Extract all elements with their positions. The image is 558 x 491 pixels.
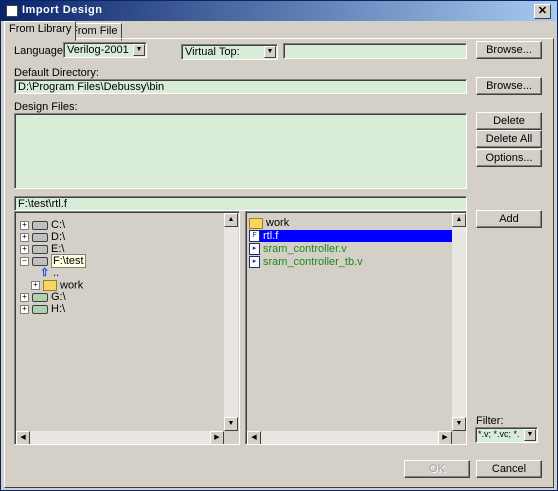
list-item[interactable]: ▸ sram_controller.v	[249, 243, 454, 256]
app-icon	[6, 5, 18, 17]
options-button[interactable]: Options...	[476, 149, 542, 167]
network-drive-icon	[32, 304, 48, 314]
window-title: Import Design	[22, 4, 103, 16]
scroll-down-icon[interactable]: ▼	[452, 417, 466, 431]
network-drive-icon	[32, 292, 48, 302]
design-files-list[interactable]	[14, 113, 467, 189]
tree-item-work[interactable]: + work	[31, 280, 83, 291]
tree-item-parent[interactable]: ⇧..	[40, 268, 59, 279]
chevron-down-icon[interactable]: ▼	[524, 429, 536, 441]
tree-item-d[interactable]: + D:\	[20, 232, 65, 243]
chevron-down-icon[interactable]: ▼	[264, 46, 276, 58]
browse-button[interactable]: Browse...	[476, 41, 542, 59]
scroll-left-icon[interactable]: ◀	[16, 431, 30, 444]
file-horizontal-scrollbar[interactable]: ◀ ▶	[247, 431, 452, 444]
chevron-down-icon[interactable]: ▼	[133, 44, 145, 56]
expand-icon[interactable]: +	[31, 281, 40, 290]
tab-from-library[interactable]: From Library	[4, 21, 77, 41]
verilog-file-icon: ▸	[249, 256, 260, 269]
filter-label: Filter:	[476, 415, 504, 427]
file-f-icon: F	[249, 230, 260, 243]
close-icon[interactable]: ✕	[534, 4, 551, 19]
list-item[interactable]: work	[249, 217, 454, 229]
scroll-corner	[224, 431, 238, 444]
drive-icon	[32, 256, 48, 266]
language-label: Language:	[14, 45, 66, 57]
scroll-corner	[452, 431, 466, 444]
tree-item-c[interactable]: + C:\	[20, 220, 65, 231]
design-files-label: Design Files:	[14, 101, 78, 113]
cancel-button[interactable]: Cancel	[476, 460, 542, 478]
tree-item-h[interactable]: + H:\	[20, 304, 65, 315]
scroll-up-icon[interactable]: ▲	[224, 213, 238, 227]
scroll-right-icon[interactable]: ▶	[210, 431, 224, 444]
folder-icon	[43, 280, 57, 291]
tree-horizontal-scrollbar[interactable]: ◀ ▶	[16, 431, 224, 444]
collapse-icon[interactable]: −	[20, 256, 29, 266]
list-item[interactable]: ▸ sram_controller_tb.v	[249, 256, 454, 269]
file-list[interactable]: work Frtl.f ▸ sram_controller.v ▸ sram_con…	[245, 211, 467, 445]
virtual-top-select[interactable]: Virtual Top: ▼	[181, 44, 278, 60]
filter-value: *.v; *.vc; *.	[478, 429, 520, 439]
default-directory-field[interactable]: D:\Program Files\Debussy\bin	[14, 79, 467, 94]
scroll-right-icon[interactable]: ▶	[438, 431, 452, 444]
drive-icon	[32, 220, 48, 230]
filter-select[interactable]: *.v; *.vc; *. ▼	[475, 427, 538, 443]
expand-icon[interactable]: +	[20, 232, 29, 242]
title-bar[interactable]: Import Design ✕	[1, 1, 557, 21]
tree-vertical-scrollbar[interactable]: ▲ ▼	[224, 213, 238, 431]
expand-icon[interactable]: +	[20, 244, 29, 254]
expand-icon[interactable]: +	[20, 220, 29, 230]
up-arrow-icon: ⇧	[40, 267, 50, 280]
scroll-up-icon[interactable]: ▲	[452, 213, 466, 227]
scroll-down-icon[interactable]: ▼	[224, 417, 238, 431]
tree-item-f-test[interactable]: − F:\test	[20, 254, 86, 268]
delete-button[interactable]: Delete	[476, 112, 542, 130]
directory-tree[interactable]: + C:\ + D:\ + E:\ − F:\test ⇧.. + work + G:\ +…	[14, 211, 240, 445]
language-value: Verilog-2001	[67, 44, 129, 56]
folder-icon	[249, 217, 263, 229]
tree-item-g[interactable]: + G:\	[20, 292, 66, 303]
language-select[interactable]: Verilog-2001 ▼	[63, 42, 147, 58]
drive-icon	[32, 232, 48, 242]
scroll-left-icon[interactable]: ◀	[247, 431, 261, 444]
current-path-field[interactable]: F:\test\rtl.f	[14, 196, 467, 211]
drive-icon	[32, 244, 48, 254]
expand-icon[interactable]: +	[20, 292, 29, 302]
default-directory-label: Default Directory:	[14, 67, 99, 79]
virtual-top-input[interactable]	[283, 43, 467, 59]
import-design-dialog: Import Design ✕ From Library From File L…	[0, 0, 558, 491]
list-item-selected[interactable]: Frtl.f	[249, 230, 454, 243]
add-button[interactable]: Add	[476, 210, 542, 228]
file-vertical-scrollbar[interactable]: ▲ ▼	[452, 213, 466, 431]
browse-directory-button[interactable]: Browse...	[476, 77, 542, 95]
expand-icon[interactable]: +	[20, 304, 29, 314]
virtual-top-value: Virtual Top:	[185, 46, 240, 58]
delete-all-button[interactable]: Delete All	[476, 130, 542, 148]
ok-button[interactable]: OK	[404, 460, 470, 478]
verilog-file-icon: ▸	[249, 243, 260, 256]
